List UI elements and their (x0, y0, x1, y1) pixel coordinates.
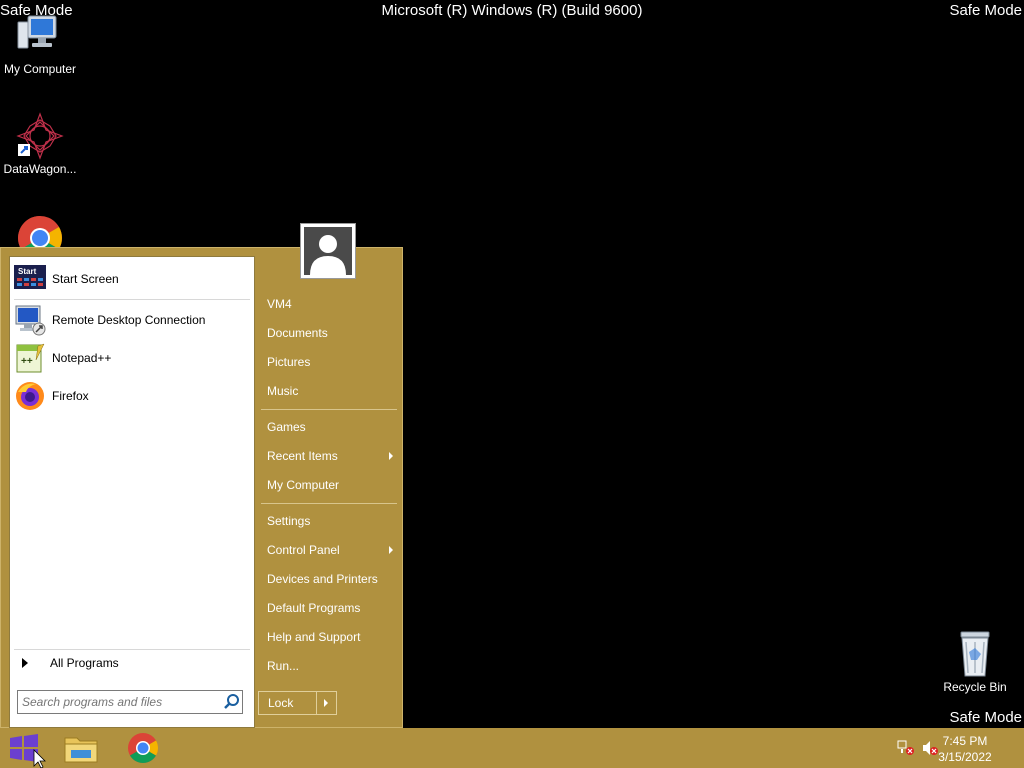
chrome-taskbar-button[interactable] (119, 728, 167, 768)
menu-item-run[interactable]: Run... (259, 653, 399, 679)
all-programs-label: All Programs (50, 656, 119, 670)
menu-item-recent-items[interactable]: Recent Items (259, 443, 399, 469)
program-label: Start Screen (52, 272, 119, 286)
menu-item-label: Documents (267, 326, 328, 340)
start-screen-icon: Start (14, 263, 46, 295)
remote-desktop-icon (14, 304, 46, 336)
desktop-icon-label: DataWagon... (3, 162, 77, 176)
submenu-arrow-icon (389, 546, 393, 554)
menu-item-control-panel[interactable]: Control Panel (259, 537, 399, 563)
desktop-icon-my-computer[interactable]: My Computer (0, 12, 80, 76)
file-explorer-button[interactable] (57, 728, 105, 768)
menu-item-label: Games (267, 420, 306, 434)
separator (261, 503, 397, 504)
menu-item-label: Music (267, 384, 299, 398)
separator (14, 649, 250, 650)
recycle-bin-icon (951, 630, 999, 678)
menu-item-label: Recent Items (267, 449, 338, 463)
menu-item-label: Default Programs (267, 601, 361, 615)
program-label: Firefox (52, 389, 89, 403)
desktop-icon-label: Recycle Bin (943, 680, 1007, 694)
menu-item-help-support[interactable]: Help and Support (259, 624, 399, 650)
menu-item-label: VM4 (267, 297, 292, 311)
menu-item-label: Control Panel (267, 543, 340, 557)
lock-options-arrow-icon[interactable] (317, 692, 336, 714)
desktop-icon-recycle-bin[interactable]: Recycle Bin (935, 630, 1015, 694)
menu-item-games[interactable]: Games (259, 414, 399, 440)
notepadpp-icon: ++ (14, 342, 46, 374)
menu-item-label: My Computer (267, 478, 340, 492)
clock-time[interactable]: 7:45 PM (930, 734, 1000, 748)
desktop-icon-label: My Computer (3, 62, 77, 76)
menu-item-label: Devices and Printers (267, 572, 378, 586)
menu-item-my-computer[interactable]: My Computer (259, 472, 399, 498)
program-label: Notepad++ (52, 351, 112, 365)
safe-mode-label-top-right: Safe Mode (949, 2, 1022, 19)
start-menu: Start Start Screen Remote Desktop Connec… (0, 247, 403, 728)
menu-item-devices-printers[interactable]: Devices and Printers (259, 566, 399, 592)
program-remote-desktop[interactable]: Remote Desktop Connection (14, 302, 250, 338)
start-button[interactable] (0, 728, 48, 768)
menu-item-label: Settings (267, 514, 311, 528)
menu-item-label: Pictures (267, 355, 311, 369)
search-icon[interactable] (222, 692, 242, 712)
svg-text:++: ++ (21, 356, 33, 367)
program-label: Remote Desktop Connection (52, 313, 206, 327)
chrome-icon (128, 733, 159, 764)
clock-date[interactable]: 3/15/2022 (930, 750, 1000, 764)
windows-logo-icon (10, 734, 46, 768)
all-programs-button[interactable]: All Programs (14, 652, 250, 674)
menu-item-pictures[interactable]: Pictures (259, 349, 399, 375)
file-explorer-icon (64, 737, 98, 763)
os-build-title: Microsoft (R) Windows (R) (Build 9600) (381, 2, 643, 19)
computer-icon (16, 12, 64, 60)
program-start-screen[interactable]: Start Start Screen (14, 261, 250, 297)
network-icon[interactable] (897, 740, 915, 756)
menu-item-settings[interactable]: Settings (259, 508, 399, 534)
firefox-icon (14, 380, 46, 412)
user-icon (304, 227, 352, 275)
start-tile-text: Start (18, 267, 37, 276)
separator (14, 299, 250, 300)
search-input[interactable] (18, 692, 222, 712)
expand-arrow-icon (22, 658, 28, 668)
desktop-icon-datawagon[interactable]: DataWagon... (0, 112, 80, 176)
separator (261, 409, 397, 410)
menu-item-label: Help and Support (267, 630, 361, 644)
program-notepadpp[interactable]: ++ Notepad++ (14, 340, 250, 376)
menu-item-music[interactable]: Music (259, 378, 399, 404)
taskbar: 7:45 PM 3/15/2022 (0, 728, 1024, 768)
menu-item-documents[interactable]: Documents (259, 320, 399, 346)
menu-item-label: Run... (267, 659, 300, 673)
search-box (17, 690, 243, 714)
menu-item-default-programs[interactable]: Default Programs (259, 595, 399, 621)
user-avatar[interactable] (300, 223, 356, 279)
safe-mode-label-bottom-right: Safe Mode (949, 709, 1022, 726)
program-firefox[interactable]: Firefox (14, 378, 250, 414)
lock-button[interactable]: Lock (259, 696, 316, 710)
lock-button-group: Lock (258, 691, 337, 715)
datawagon-icon (16, 112, 64, 160)
submenu-arrow-icon (389, 452, 393, 460)
programs-panel: Start Start Screen Remote Desktop Connec… (9, 256, 255, 728)
menu-item-vm4[interactable]: VM4 (259, 291, 399, 317)
